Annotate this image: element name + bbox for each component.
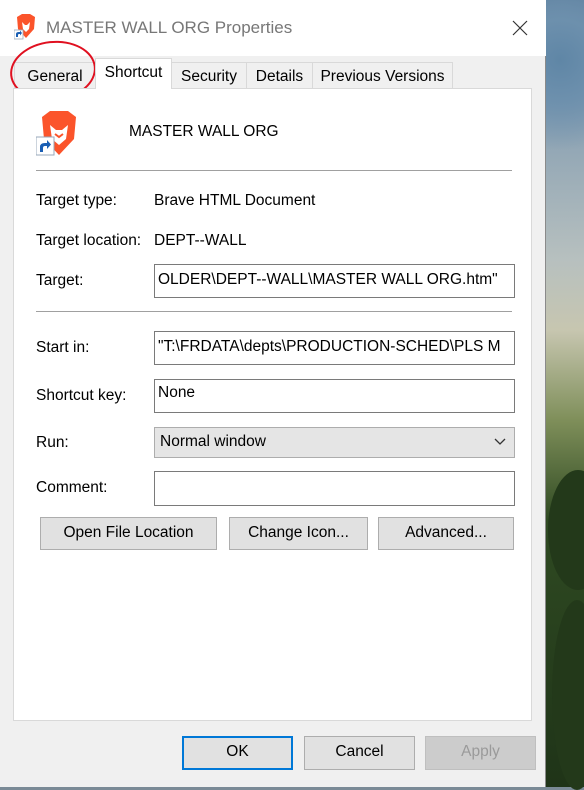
target-label: Target: xyxy=(36,272,84,289)
tab-previous-versions[interactable]: Previous Versions xyxy=(312,62,453,88)
separator xyxy=(36,170,512,171)
target-field[interactable]: OLDER\DEPT--WALL\MASTER WALL ORG.htm" xyxy=(154,264,515,298)
open-file-location-button[interactable]: Open File Location xyxy=(40,517,217,550)
target-type-value: Brave HTML Document xyxy=(154,192,316,209)
tab-shortcut[interactable]: Shortcut xyxy=(95,58,172,89)
chevron-down-icon xyxy=(494,438,506,445)
target-location-label: Target location: xyxy=(36,232,142,249)
comment-field[interactable] xyxy=(154,471,515,506)
shortcut-panel: MASTER WALL ORG Target type: Brave HTML … xyxy=(13,88,532,721)
cancel-button[interactable]: Cancel xyxy=(304,736,415,770)
run-select[interactable]: Normal window xyxy=(154,427,515,458)
tree-foliage xyxy=(552,600,584,790)
run-label: Run: xyxy=(36,434,69,451)
tab-details[interactable]: Details xyxy=(246,62,313,88)
brave-shortcut-icon xyxy=(36,111,76,156)
target-location-value: DEPT--WALL xyxy=(154,232,247,249)
brave-icon xyxy=(14,14,35,40)
apply-button[interactable]: Apply xyxy=(425,736,536,770)
advanced-button[interactable]: Advanced... xyxy=(378,517,514,550)
close-icon xyxy=(512,20,528,36)
tab-security[interactable]: Security xyxy=(171,62,247,88)
close-button[interactable] xyxy=(498,8,542,48)
start-in-label: Start in: xyxy=(36,339,90,356)
shortcut-name: MASTER WALL ORG xyxy=(129,123,279,140)
target-type-label: Target type: xyxy=(36,192,117,209)
run-select-value: Normal window xyxy=(160,433,266,450)
change-icon-button[interactable]: Change Icon... xyxy=(229,517,368,550)
start-in-field[interactable]: "T:\FRDATA\depts\PRODUCTION-SCHED\PLS M xyxy=(154,331,515,365)
shortcut-key-label: Shortcut key: xyxy=(36,387,127,404)
separator xyxy=(36,311,512,312)
ok-button[interactable]: OK xyxy=(182,736,293,770)
properties-dialog: MASTER WALL ORG Properties General Short… xyxy=(0,0,546,787)
comment-label: Comment: xyxy=(36,479,108,496)
tree-foliage xyxy=(548,470,584,590)
window-title: MASTER WALL ORG Properties xyxy=(46,18,293,37)
shortcut-key-field[interactable]: None xyxy=(154,379,515,413)
